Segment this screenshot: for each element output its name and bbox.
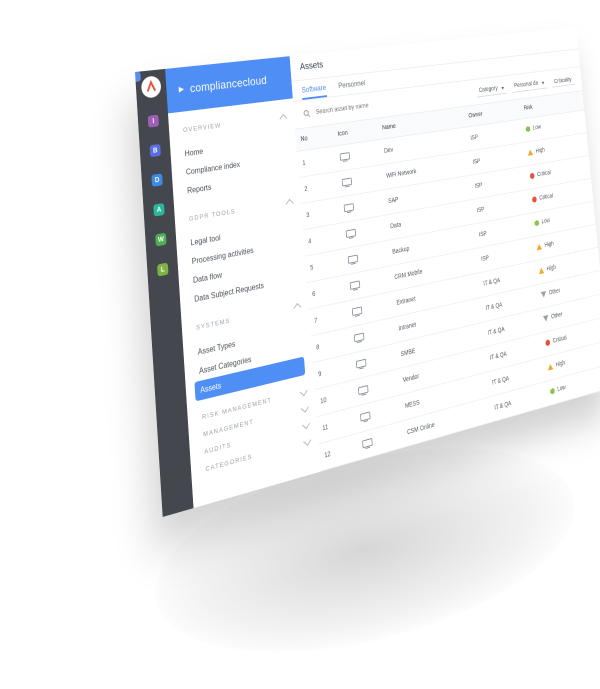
rail-button[interactable]: D (151, 173, 162, 186)
cell-risk (550, 411, 600, 455)
chevron-up-icon (286, 199, 294, 208)
risk-badge: Critical (546, 335, 567, 346)
monitor-icon (344, 207, 355, 215)
critical-risk-icon (532, 196, 537, 203)
low-risk-icon (550, 388, 555, 395)
risk-label: Critical (539, 193, 553, 201)
rail-buttons: I B D A W L (147, 97, 169, 277)
risk-badge: Low (550, 385, 566, 395)
scene: IBDAWL compliancecloud OVERVIEW Home Com… (0, 0, 600, 668)
risk-label: High (555, 360, 565, 368)
monitor-icon (342, 181, 353, 189)
monitor-icon (354, 336, 365, 345)
other-risk-icon (541, 291, 547, 298)
chevron-down-icon (301, 403, 309, 413)
rail-button[interactable]: W (155, 233, 166, 247)
risk-badge: Low (534, 218, 550, 227)
risk-badge: Other (541, 288, 560, 298)
risk-label: High (544, 241, 554, 249)
monitor-icon (360, 415, 371, 425)
monitor-icon (346, 232, 357, 240)
personal-data-filter[interactable]: Personal da ▾ (511, 78, 547, 93)
cell-icon (361, 474, 408, 515)
critical-risk-icon (546, 339, 551, 346)
monitor-icon (340, 156, 351, 164)
risk-badge: Other (543, 312, 562, 323)
chevron-down-icon: ▾ (501, 85, 504, 92)
search-icon (303, 109, 311, 118)
risk-label: High (535, 147, 545, 154)
low-risk-icon (526, 126, 531, 133)
collapse-handle[interactable] (135, 71, 141, 82)
monitor-icon (362, 442, 373, 452)
risk-badge (552, 411, 560, 419)
app-logo[interactable] (141, 75, 162, 99)
chevron-up-icon (293, 303, 301, 312)
cell-no: 14 (323, 487, 363, 517)
main-content: Assets Software Personnel Category ▾ Per… (290, 27, 600, 472)
high-risk-icon (548, 363, 554, 370)
risk-badge: Critical (532, 193, 553, 203)
risk-badge: High (537, 241, 554, 250)
low-risk-icon (552, 412, 557, 419)
logo-icon (145, 80, 158, 95)
brand-name: compliancecloud (190, 73, 268, 95)
risk-label: Critical (537, 170, 551, 178)
rail-button[interactable]: L (157, 263, 169, 277)
monitor-icon (358, 389, 369, 398)
chevron-down-icon (302, 419, 310, 429)
risk-label: Low (557, 385, 566, 393)
category-filter[interactable]: Category ▾ (476, 83, 507, 98)
chevron-down-icon (303, 436, 311, 446)
section-header-overview[interactable]: OVERVIEW (183, 112, 287, 135)
risk-label: Other (551, 312, 563, 321)
risk-badge: Critical (530, 170, 551, 179)
monitor-icon (364, 468, 375, 478)
chevron-up-icon (279, 114, 287, 123)
table-body: 1 Dev ISP Low 2 WiFi Network ISP High 3 SAP ISP Cri… (297, 110, 600, 517)
criticality-filter[interactable]: Criticality (551, 75, 574, 88)
risk-label: Other (549, 288, 561, 297)
critical-risk-icon (530, 173, 535, 180)
chevron-down-icon: ▾ (542, 80, 545, 87)
risk-badge: Low (526, 124, 542, 132)
high-risk-icon (539, 267, 545, 274)
low-risk-icon (534, 220, 539, 227)
risk-label: Low (541, 218, 550, 225)
risk-label: High (546, 265, 556, 273)
search-input[interactable] (314, 95, 421, 117)
app-window: IBDAWL compliancecloud OVERVIEW Home Com… (135, 27, 600, 517)
rail-button[interactable]: B (150, 144, 161, 157)
risk-label: Low (533, 124, 542, 131)
risk-badge: High (548, 360, 565, 371)
rail-button[interactable]: A (153, 203, 164, 217)
high-risk-icon (537, 243, 543, 250)
high-risk-icon (528, 149, 534, 156)
risk-label: Critical (553, 335, 567, 344)
monitor-icon (366, 495, 377, 505)
monitor-icon (356, 362, 367, 371)
assets-table: No Icon Name Owner Risk 1 Dev ISP Low 2 WiFi … (295, 91, 600, 517)
monitor-icon (350, 284, 361, 293)
risk-badge: High (539, 265, 556, 275)
cloud-logo-icon (177, 84, 186, 95)
monitor-icon (348, 258, 359, 267)
chevron-down-icon (300, 386, 308, 396)
risk-badge: High (528, 147, 545, 156)
cell-name: LAN Wifi (406, 447, 496, 500)
monitor-icon (352, 310, 363, 319)
rail-button[interactable]: I (148, 115, 159, 128)
cell-owner: IT & QA (494, 431, 553, 473)
other-risk-icon (543, 315, 549, 322)
